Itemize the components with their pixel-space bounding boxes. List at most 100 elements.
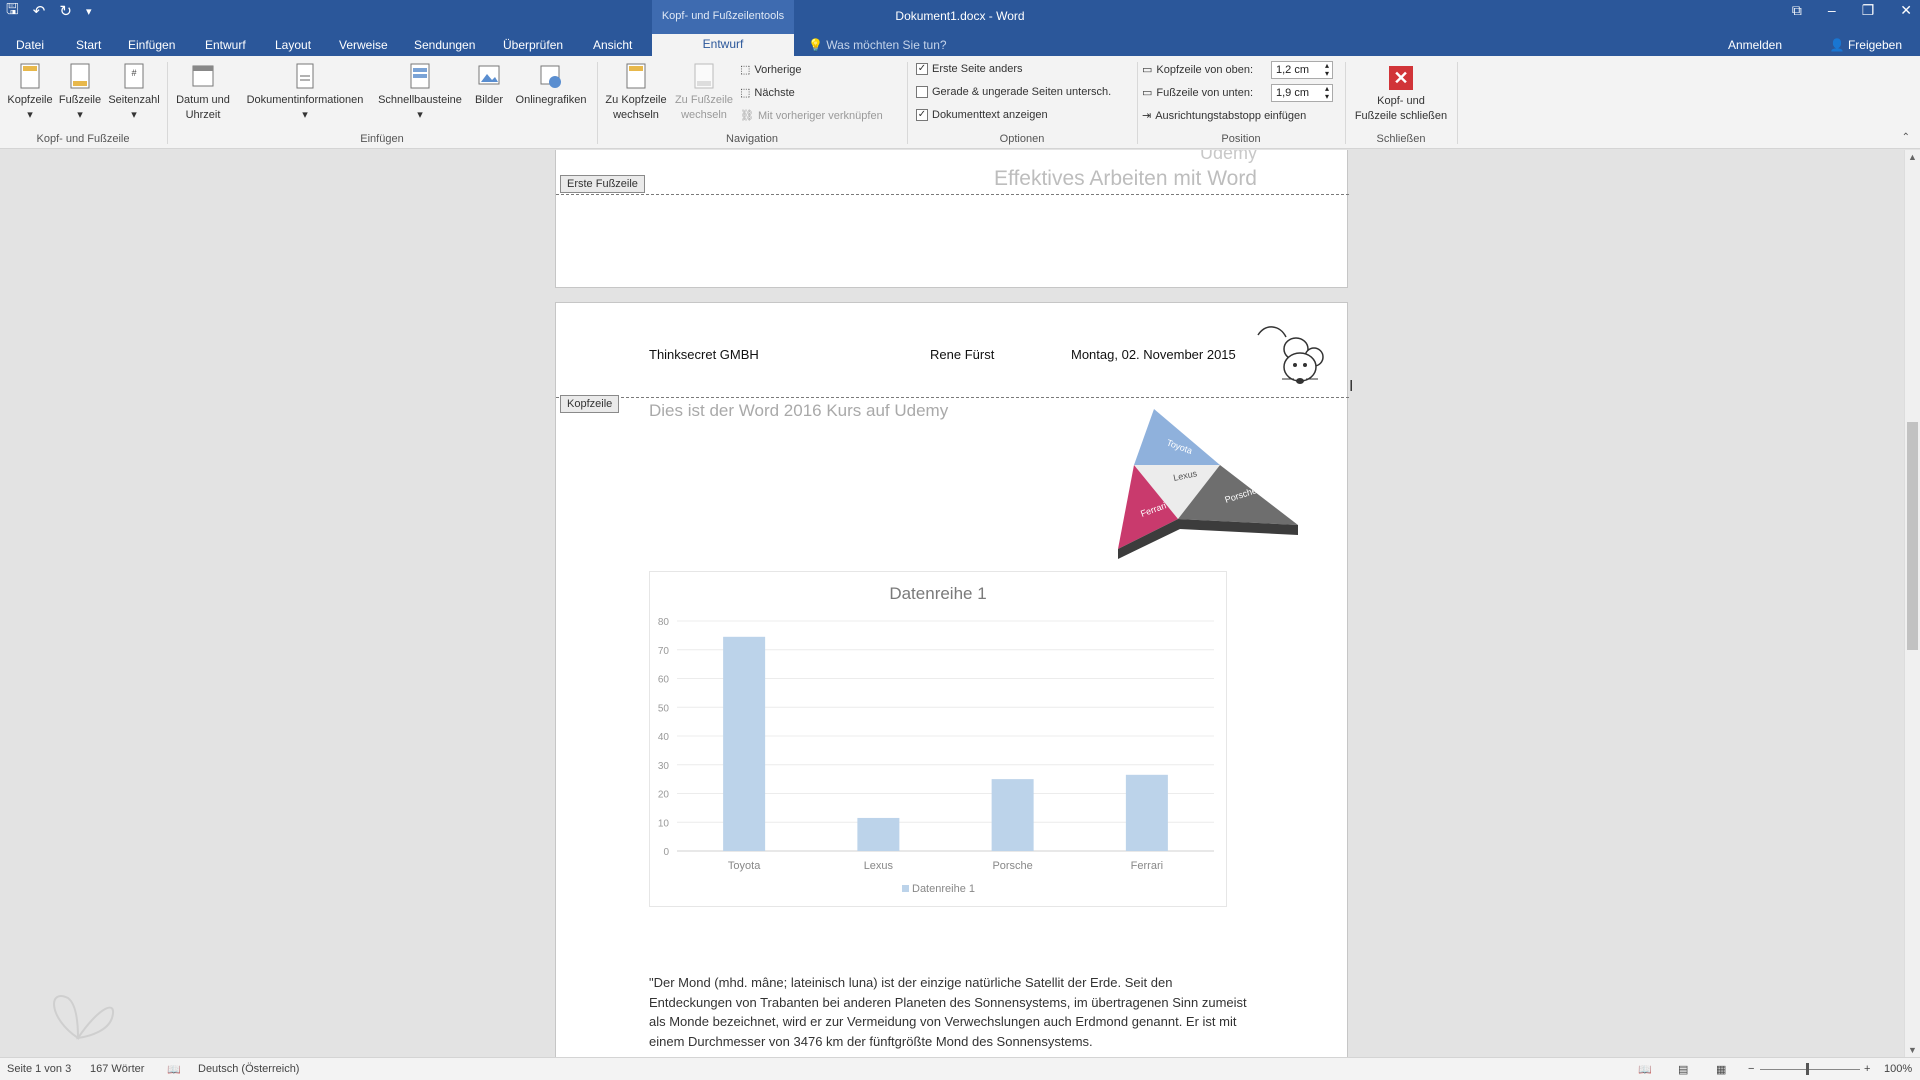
y-tick-label: 10: [658, 818, 670, 829]
dropdown-arrow-icon: ▾: [302, 109, 308, 121]
zu-kopfzeile-button[interactable]: Zu Kopfzeile wechseln: [601, 62, 671, 123]
fusszeile-von-unten-spinner[interactable]: 1,9 cm ▴ ▾: [1271, 84, 1333, 102]
pyramid-smartart[interactable]: Toyota Lexus Ferrari Porsche: [1116, 401, 1306, 561]
tab-layout[interactable]: Layout: [275, 38, 311, 52]
page-1: Udemy Effektives Arbeiten mit Word Erste…: [555, 150, 1349, 288]
spinner-arrows-icon[interactable]: ▴ ▾: [1325, 62, 1329, 78]
fusszeile-button[interactable]: Fußzeile ▾: [57, 62, 103, 123]
spinner-arrows-icon[interactable]: ▴ ▾: [1325, 85, 1329, 101]
erste-fusszeile-tag: Erste Fußzeile: [560, 175, 645, 193]
tab-sendungen[interactable]: Sendungen: [414, 38, 475, 52]
kopfzeile-von-oben-spinner[interactable]: 1,2 cm ▴ ▾: [1271, 61, 1333, 79]
zoom-level[interactable]: 100%: [1884, 1063, 1912, 1075]
zoom-slider-thumb[interactable]: [1806, 1063, 1809, 1075]
dokumenttext-anzeigen-checkbox[interactable]: ✓ Dokumenttext anzeigen: [916, 109, 1048, 121]
goto-header-icon: [626, 63, 646, 89]
vertical-scrollbar[interactable]: ▲ ▼: [1904, 150, 1920, 1057]
quick-parts-icon: [410, 63, 430, 89]
undo-icon[interactable]: ↶: [33, 2, 46, 20]
x-tick-label: Porsche: [992, 860, 1032, 872]
udemy-text: Udemy: [1199, 150, 1257, 163]
zu-fusszeile-button[interactable]: Zu Fußzeile wechseln: [672, 62, 736, 123]
title-bar: 🖫 ↶ ↻ ▾ Kopf- und Fußzeilentools Dokumen…: [0, 0, 1920, 34]
header-date[interactable]: Montag, 02. November 2015: [1071, 347, 1236, 362]
bilder-button[interactable]: Bilder: [470, 62, 508, 108]
kopfzeile-von-oben-label: ▭ Kopfzeile von oben:: [1142, 63, 1254, 77]
x-tick-label: Toyota: [728, 860, 761, 872]
seitenzahl-button[interactable]: # Seitenzahl ▾: [106, 62, 162, 123]
window-controls: ⧉ – ❐ ✕: [1792, 2, 1912, 19]
tab-datei[interactable]: Datei: [16, 38, 44, 52]
redo-icon[interactable]: ↻: [59, 2, 72, 20]
dokumentinformationen-button[interactable]: Dokumentinformationen ▾: [238, 62, 372, 123]
web-layout-icon[interactable]: ▦: [1716, 1063, 1726, 1076]
chart-bar-toyota[interactable]: [723, 636, 766, 851]
customize-qat-icon[interactable]: ▾: [86, 5, 92, 18]
kopf-fusszeile-schliessen-button[interactable]: ✕ Kopf- und Fußzeile schließen: [1350, 66, 1452, 124]
header-author[interactable]: Rene Fürst: [930, 347, 994, 362]
gerade-ungerade-checkbox[interactable]: Gerade & ungerade Seiten untersch.: [916, 86, 1111, 98]
scroll-thumb[interactable]: [1907, 422, 1918, 650]
group-label-schliessen: Schließen: [1376, 133, 1426, 145]
close-window-button[interactable]: ✕: [1900, 2, 1912, 19]
y-tick-label: 0: [663, 847, 669, 858]
vorherige-button[interactable]: ⬚ Vorherige: [740, 63, 802, 77]
paragraph-line: als Monde bezeichnet, wird er zur Vermei…: [649, 1014, 1237, 1029]
kopfzeile-button[interactable]: Kopfzeile ▾: [6, 62, 54, 123]
header-company[interactable]: Thinksecret GMBH: [649, 347, 759, 362]
minimize-button[interactable]: –: [1828, 2, 1836, 19]
group-label-kopf-fuss: Kopf- und Fußzeile: [36, 133, 130, 145]
mit-vorheriger-verknuepfen-button[interactable]: ⛓ Mit vorheriger verknüpfen: [740, 109, 883, 123]
tab-ansicht[interactable]: Ansicht: [593, 38, 632, 52]
group-separator: [167, 62, 168, 144]
intro-text: Dies ist der Word 2016 Kurs auf Udemy: [649, 401, 949, 420]
next-section-icon: ⬚: [740, 87, 751, 99]
zoom-slider[interactable]: [1760, 1069, 1860, 1070]
chart-bar-ferrari[interactable]: [1125, 774, 1168, 851]
svg-text:#: #: [131, 68, 136, 78]
word-count[interactable]: 167 Wörter: [90, 1063, 144, 1075]
save-icon[interactable]: 🖫: [6, 0, 19, 24]
restore-button[interactable]: ❐: [1862, 2, 1875, 19]
zoom-in-button[interactable]: +: [1864, 1063, 1870, 1075]
x-tick-label: Ferrari: [1131, 860, 1163, 872]
proofing-icon[interactable]: 📖: [167, 1063, 181, 1076]
chart-bar-lexus[interactable]: [857, 817, 900, 851]
dropdown-arrow-icon: ▾: [417, 109, 423, 121]
ribbon-display-options-icon[interactable]: ⧉: [1792, 2, 1802, 19]
chart-bar-porsche[interactable]: [991, 779, 1034, 851]
close-header-footer-icon: ✕: [1389, 66, 1413, 90]
scroll-up-icon[interactable]: ▲: [1908, 152, 1917, 162]
page-count[interactable]: Seite 1 von 3: [7, 1063, 71, 1075]
y-tick-label: 40: [658, 732, 670, 743]
footer-position-icon: ▭: [1142, 87, 1153, 99]
alignment-tab-icon: ⇥: [1142, 110, 1152, 122]
onlinegrafiken-button[interactable]: Onlinegrafiken: [510, 62, 592, 108]
ausrichtungstabstopp-button[interactable]: ⇥ Ausrichtungstabstopp einfügen: [1142, 109, 1306, 123]
signin-link[interactable]: Anmelden: [1728, 38, 1782, 52]
language-indicator[interactable]: Deutsch (Österreich): [198, 1063, 299, 1075]
datum-uhrzeit-button[interactable]: Datum und Uhrzeit: [172, 62, 234, 123]
tab-start[interactable]: Start: [76, 38, 101, 52]
bar-chart[interactable]: Datenreihe 1 0 10 20 30 40 50 60 70 80 Toyota Lex…: [649, 571, 1227, 907]
body-paragraph[interactable]: "Der Mond (mhd. mâne; lateinisch luna) i…: [649, 973, 1289, 1051]
tab-ueberpruefen[interactable]: Überprüfen: [503, 38, 563, 52]
schnellbausteine-button[interactable]: Schnellbausteine ▾: [374, 62, 466, 123]
scroll-down-icon[interactable]: ▼: [1908, 1045, 1917, 1055]
tell-me-search[interactable]: 💡 Was möchten Sie tun?: [808, 38, 947, 52]
tab-einfuegen[interactable]: Einfügen: [128, 38, 175, 52]
print-layout-icon[interactable]: ▤: [1678, 1063, 1688, 1076]
erste-seite-anders-checkbox[interactable]: ✓ Erste Seite anders: [916, 63, 1023, 75]
naechste-button[interactable]: ⬚ Nächste: [740, 86, 795, 100]
tab-verweise[interactable]: Verweise: [339, 38, 388, 52]
chart-title: Datenreihe 1: [889, 584, 986, 603]
lightbulb-icon: 💡: [808, 38, 827, 52]
tab-entwurf-active[interactable]: Entwurf: [652, 34, 794, 56]
x-tick-label: Lexus: [864, 860, 894, 872]
header-boundary: [556, 397, 1349, 398]
read-mode-icon[interactable]: 📖: [1638, 1063, 1652, 1076]
tab-entwurf-main[interactable]: Entwurf: [205, 38, 246, 52]
zoom-out-button[interactable]: −: [1748, 1063, 1754, 1075]
share-button[interactable]: 👤 Freigeben: [1830, 38, 1902, 52]
collapse-ribbon-icon[interactable]: ⌃: [1902, 132, 1910, 143]
